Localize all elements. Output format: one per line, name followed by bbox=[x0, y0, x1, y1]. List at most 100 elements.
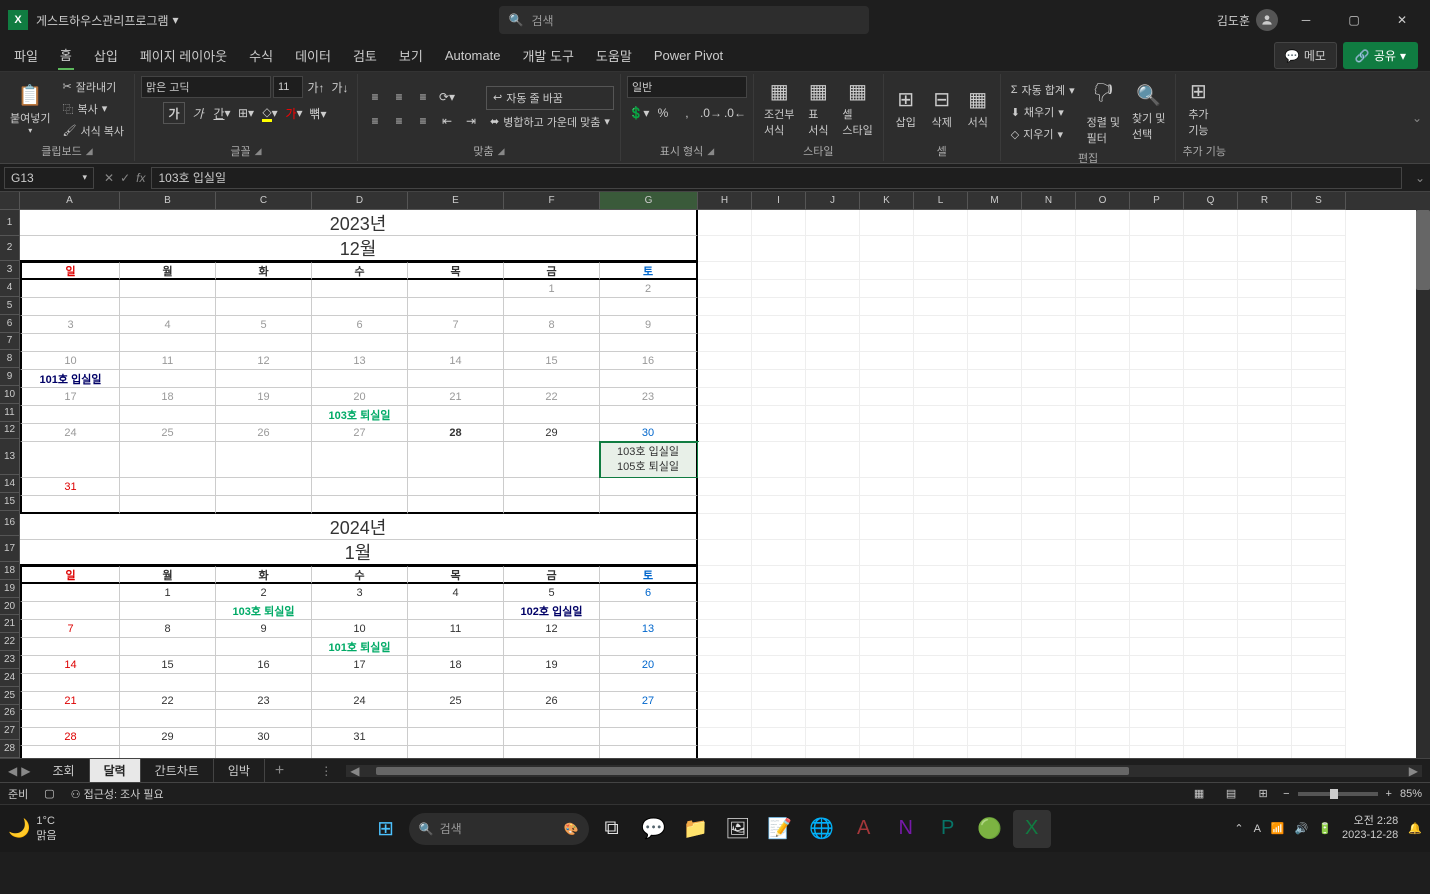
row-header-16[interactable]: 16 bbox=[0, 511, 20, 537]
cell[interactable] bbox=[1292, 674, 1346, 692]
cell[interactable] bbox=[860, 728, 914, 746]
cell[interactable] bbox=[504, 298, 600, 316]
cell[interactable] bbox=[968, 316, 1022, 334]
cell[interactable]: 30 bbox=[216, 728, 312, 746]
cell[interactable] bbox=[698, 262, 752, 280]
cell[interactable] bbox=[806, 316, 860, 334]
cell[interactable] bbox=[600, 298, 698, 316]
cell[interactable]: 102호 입실일 bbox=[504, 602, 600, 620]
cell[interactable] bbox=[1292, 388, 1346, 406]
tab-developer[interactable]: 개발 도구 bbox=[520, 42, 575, 69]
cell[interactable] bbox=[1184, 262, 1238, 280]
cell[interactable] bbox=[408, 602, 504, 620]
cell[interactable] bbox=[698, 298, 752, 316]
cell[interactable] bbox=[1130, 692, 1184, 710]
cell[interactable] bbox=[806, 388, 860, 406]
cell[interactable] bbox=[312, 370, 408, 388]
cell[interactable] bbox=[1076, 442, 1130, 478]
cell[interactable]: 6 bbox=[312, 316, 408, 334]
cell[interactable] bbox=[600, 406, 698, 424]
cell[interactable] bbox=[698, 514, 752, 540]
cell[interactable] bbox=[1130, 540, 1184, 566]
cell[interactable] bbox=[1292, 334, 1346, 352]
cell[interactable] bbox=[216, 746, 312, 758]
cell[interactable] bbox=[860, 388, 914, 406]
cell[interactable] bbox=[1076, 656, 1130, 674]
cell[interactable]: 2 bbox=[600, 280, 698, 298]
cell[interactable] bbox=[1184, 746, 1238, 758]
cell[interactable] bbox=[1238, 370, 1292, 388]
row-header-10[interactable]: 10 bbox=[0, 386, 20, 404]
cell[interactable] bbox=[1184, 728, 1238, 746]
cell[interactable] bbox=[698, 388, 752, 406]
cell[interactable] bbox=[1076, 584, 1130, 602]
cell[interactable] bbox=[1076, 262, 1130, 280]
cell[interactable] bbox=[120, 602, 216, 620]
cell[interactable] bbox=[1130, 566, 1184, 584]
cell[interactable] bbox=[600, 746, 698, 758]
cell[interactable]: 25 bbox=[408, 692, 504, 710]
cell[interactable] bbox=[408, 334, 504, 352]
cell[interactable]: 3 bbox=[312, 584, 408, 602]
cell[interactable] bbox=[1292, 656, 1346, 674]
align-top-button[interactable]: ≡ bbox=[364, 86, 386, 108]
cell[interactable] bbox=[1184, 540, 1238, 566]
cell[interactable]: 8 bbox=[120, 620, 216, 638]
cell[interactable] bbox=[752, 566, 806, 584]
cell[interactable] bbox=[120, 298, 216, 316]
cell[interactable] bbox=[120, 710, 216, 728]
volume-icon[interactable]: 🔊 bbox=[1295, 822, 1309, 835]
percent-format-button[interactable]: % bbox=[652, 102, 674, 124]
expand-formula-bar[interactable]: ⌄ bbox=[1410, 171, 1430, 185]
cell[interactable] bbox=[20, 584, 120, 602]
cell[interactable] bbox=[698, 478, 752, 496]
fill-button[interactable]: ⬇ 채우기 ▾ bbox=[1007, 102, 1079, 122]
vertical-scrollbar[interactable] bbox=[1416, 210, 1430, 758]
sort-filter-button[interactable]: 🖓정렬 및 필터 bbox=[1083, 76, 1124, 148]
cell[interactable]: 4 bbox=[408, 584, 504, 602]
cell[interactable] bbox=[1238, 584, 1292, 602]
cell[interactable] bbox=[1022, 710, 1076, 728]
cell[interactable] bbox=[1292, 478, 1346, 496]
cell[interactable] bbox=[1076, 316, 1130, 334]
close-button[interactable]: ✕ bbox=[1382, 0, 1422, 40]
cell[interactable] bbox=[312, 496, 408, 514]
cell[interactable] bbox=[1130, 370, 1184, 388]
cell[interactable] bbox=[1184, 352, 1238, 370]
orientation-button[interactable]: ⟳▾ bbox=[436, 86, 458, 108]
cell[interactable] bbox=[216, 370, 312, 388]
cell[interactable] bbox=[1238, 316, 1292, 334]
cell[interactable] bbox=[752, 746, 806, 758]
cell[interactable] bbox=[1076, 692, 1130, 710]
cell[interactable] bbox=[1238, 298, 1292, 316]
cell[interactable] bbox=[408, 496, 504, 514]
cell[interactable] bbox=[1184, 298, 1238, 316]
row-header-20[interactable]: 20 bbox=[0, 598, 20, 616]
cell[interactable] bbox=[914, 236, 968, 262]
scrollbar-thumb[interactable] bbox=[376, 767, 1129, 775]
cell[interactable] bbox=[914, 638, 968, 656]
cell[interactable] bbox=[1238, 620, 1292, 638]
column-header-N[interactable]: N bbox=[1022, 192, 1076, 210]
column-header-L[interactable]: L bbox=[914, 192, 968, 210]
cell[interactable] bbox=[914, 620, 968, 638]
cell[interactable] bbox=[860, 406, 914, 424]
cell[interactable] bbox=[860, 334, 914, 352]
cell[interactable]: 17 bbox=[20, 388, 120, 406]
cell[interactable] bbox=[914, 496, 968, 514]
cell[interactable] bbox=[1076, 280, 1130, 298]
cell[interactable]: 17 bbox=[312, 656, 408, 674]
sheet-tab-간트차트[interactable]: 간트차트 bbox=[141, 759, 214, 782]
cell[interactable] bbox=[914, 674, 968, 692]
cell[interactable] bbox=[752, 514, 806, 540]
dialog-launcher-icon[interactable]: ◢ bbox=[707, 146, 714, 157]
cell[interactable] bbox=[1130, 424, 1184, 442]
cell[interactable] bbox=[968, 388, 1022, 406]
cell[interactable] bbox=[752, 442, 806, 478]
cell[interactable]: 5 bbox=[216, 316, 312, 334]
cell[interactable] bbox=[408, 674, 504, 692]
cell[interactable] bbox=[752, 352, 806, 370]
row-header-19[interactable]: 19 bbox=[0, 580, 20, 598]
cell[interactable] bbox=[1238, 334, 1292, 352]
cell[interactable]: 토 bbox=[600, 566, 698, 584]
